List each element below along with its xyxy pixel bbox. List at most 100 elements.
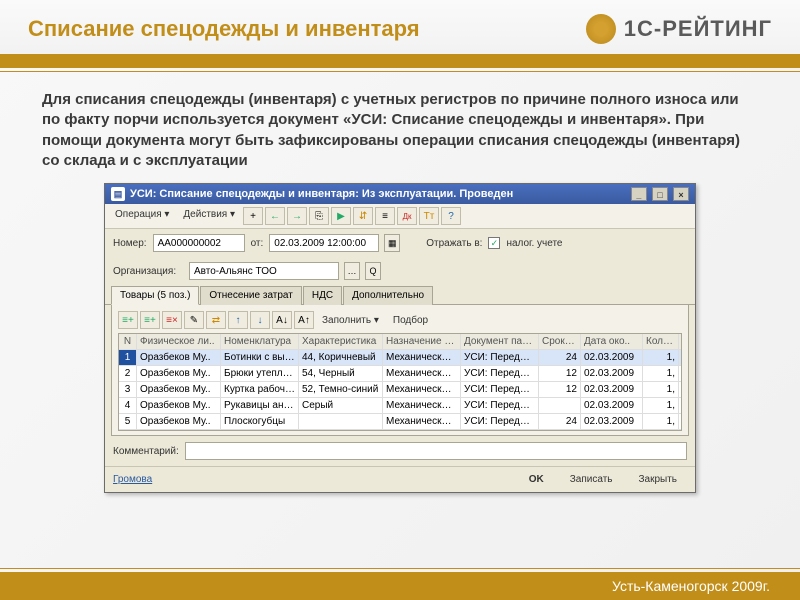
tool-nav-right-icon[interactable]: → bbox=[287, 207, 307, 225]
tab-nds[interactable]: НДС bbox=[303, 286, 342, 305]
org-label: Организация: bbox=[113, 266, 183, 277]
tab-extra[interactable]: Дополнительно bbox=[343, 286, 433, 305]
number-label: Номер: bbox=[113, 238, 147, 249]
row-edit-icon[interactable]: ✎ bbox=[184, 311, 204, 329]
cell: 1, bbox=[643, 414, 679, 429]
col-person[interactable]: Физическое ли.. bbox=[137, 334, 221, 349]
col-nomen[interactable]: Номенклатура bbox=[221, 334, 299, 349]
tool-nav-left-icon[interactable]: ← bbox=[265, 207, 285, 225]
maximize-button[interactable]: □ bbox=[652, 187, 668, 201]
cell: Оразбеков Му.. bbox=[137, 366, 221, 381]
table-row[interactable]: 3Оразбеков Му..Куртка рабочая52, Темно-с… bbox=[119, 382, 681, 398]
comment-row: Комментарий: bbox=[105, 436, 695, 466]
cell: 1, bbox=[643, 350, 679, 365]
row-del-icon[interactable]: ≡× bbox=[162, 311, 182, 329]
tool-structure-icon[interactable]: ⇵ bbox=[353, 207, 373, 225]
table-row[interactable]: 5Оразбеков Му..ПлоскогубцыМеханический..… bbox=[119, 414, 681, 430]
ok-button[interactable]: OK bbox=[519, 471, 554, 488]
cell: 54, Черный bbox=[299, 366, 383, 381]
tool-dk-icon[interactable]: Дк bbox=[397, 207, 417, 225]
tool-help-icon[interactable]: ? bbox=[441, 207, 461, 225]
cell bbox=[539, 398, 581, 413]
cell: 1, bbox=[643, 366, 679, 381]
org-select-icon[interactable]: … bbox=[344, 262, 360, 280]
col-term[interactable]: Срок с.. bbox=[539, 334, 581, 349]
footer-text: Усть-Каменогорск 2009г. bbox=[0, 572, 800, 600]
col-n[interactable]: N bbox=[119, 334, 137, 349]
tool-report-icon[interactable]: ≡ bbox=[375, 207, 395, 225]
cell: Механический.. bbox=[383, 398, 461, 413]
cell: УСИ: Передач.. bbox=[461, 350, 539, 365]
reflect-checkbox[interactable]: ✓ bbox=[488, 237, 500, 249]
form-row-number: Номер: АА000000002 от: 02.03.2009 12:00:… bbox=[105, 229, 695, 257]
reflect-label: Отражать в: bbox=[426, 238, 482, 249]
tool-tt-icon[interactable]: Tт bbox=[419, 207, 439, 225]
close-window-button[interactable]: Закрыть bbox=[628, 471, 687, 488]
cell: 1, bbox=[643, 398, 679, 413]
tab-cost[interactable]: Отнесение затрат bbox=[200, 286, 301, 305]
date-input[interactable]: 02.03.2009 12:00:00 bbox=[269, 234, 379, 252]
tab-goods[interactable]: Товары (5 поз.) bbox=[111, 286, 199, 305]
fill-button[interactable]: Заполнить ▾ bbox=[316, 313, 385, 328]
col-date[interactable]: Дата око.. bbox=[581, 334, 643, 349]
select-button[interactable]: Подбор bbox=[387, 313, 434, 328]
slide-header: Списание спецодежды и инвентаря 1С-РЕЙТИ… bbox=[0, 0, 800, 54]
tool-post-icon[interactable]: ▶ bbox=[331, 207, 351, 225]
menu-operation[interactable]: Операция ▾ bbox=[109, 207, 175, 225]
row-add2-icon[interactable]: ≡+ bbox=[140, 311, 160, 329]
from-label: от: bbox=[251, 238, 264, 249]
cell: 1, bbox=[643, 382, 679, 397]
window-titlebar[interactable]: ▤ УСИ: Списание спецодежды и инвентаря: … bbox=[105, 184, 695, 204]
cell: УСИ: Передач.. bbox=[461, 366, 539, 381]
user-link[interactable]: Громова bbox=[113, 474, 513, 485]
minimize-button[interactable]: _ bbox=[631, 187, 647, 201]
date-picker-icon[interactable]: ▦ bbox=[384, 234, 400, 252]
comment-input[interactable] bbox=[185, 442, 687, 460]
number-input[interactable]: АА000000002 bbox=[153, 234, 245, 252]
grid-toolbar: ≡+ ≡+ ≡× ✎ ⇄ ↑ ↓ A↓ A↑ Заполнить ▾ Подбо… bbox=[118, 309, 682, 333]
row-sort-za-icon[interactable]: A↑ bbox=[294, 311, 314, 329]
row-add-icon[interactable]: ≡+ bbox=[118, 311, 138, 329]
col-qty[interactable]: Колич.. bbox=[643, 334, 679, 349]
cell: 52, Темно-синий bbox=[299, 382, 383, 397]
menubar: Операция ▾ Действия ▾ + ← → ⎘ ▶ ⇵ ≡ Дк T… bbox=[105, 204, 695, 229]
row-replace-icon[interactable]: ⇄ bbox=[206, 311, 226, 329]
cell: Рукавицы анти.. bbox=[221, 398, 299, 413]
col-purpose[interactable]: Назначение ис.. bbox=[383, 334, 461, 349]
row-up-icon[interactable]: ↑ bbox=[228, 311, 248, 329]
cell: Оразбеков Му.. bbox=[137, 350, 221, 365]
cell: Механический.. bbox=[383, 414, 461, 429]
reflect-value: налог. учете bbox=[506, 238, 562, 249]
table-row[interactable]: 1Оразбеков Му..Ботинки с выс..44, Коричн… bbox=[119, 350, 681, 366]
tool-add-icon[interactable]: + bbox=[243, 207, 263, 225]
cell bbox=[299, 414, 383, 429]
grid-header: N Физическое ли.. Номенклатура Характери… bbox=[119, 334, 681, 350]
tool-copy-icon[interactable]: ⎘ bbox=[309, 207, 329, 225]
cell: 02.03.2009 bbox=[581, 414, 643, 429]
logo-sun-icon bbox=[586, 14, 616, 44]
close-button[interactable]: × bbox=[673, 187, 689, 201]
save-button[interactable]: Записать bbox=[560, 471, 623, 488]
org-input[interactable]: Авто-Альянс ТОО bbox=[189, 262, 339, 280]
table-row[interactable]: 4Оразбеков Му..Рукавицы анти..СерыйМехан… bbox=[119, 398, 681, 414]
gold-divider bbox=[0, 54, 800, 68]
cell: Куртка рабочая bbox=[221, 382, 299, 397]
tab-body: ≡+ ≡+ ≡× ✎ ⇄ ↑ ↓ A↓ A↑ Заполнить ▾ Подбо… bbox=[111, 305, 689, 436]
cell: Брюки утеплен.. bbox=[221, 366, 299, 381]
page-footer: Усть-Каменогорск 2009г. bbox=[0, 568, 800, 600]
cell: Ботинки с выс.. bbox=[221, 350, 299, 365]
cell: 24 bbox=[539, 414, 581, 429]
col-doc[interactable]: Документ парт.. bbox=[461, 334, 539, 349]
menu-actions[interactable]: Действия ▾ bbox=[177, 207, 241, 225]
table-row[interactable]: 2Оразбеков Му..Брюки утеплен..54, Черный… bbox=[119, 366, 681, 382]
cell: УСИ: Передач.. bbox=[461, 414, 539, 429]
row-down-icon[interactable]: ↓ bbox=[250, 311, 270, 329]
cell: Оразбеков Му.. bbox=[137, 382, 221, 397]
row-sort-az-icon[interactable]: A↓ bbox=[272, 311, 292, 329]
cell: Плоскогубцы bbox=[221, 414, 299, 429]
col-char[interactable]: Характеристика bbox=[299, 334, 383, 349]
cell: Оразбеков Му.. bbox=[137, 398, 221, 413]
cell: 02.03.2009 bbox=[581, 350, 643, 365]
org-open-icon[interactable]: Q bbox=[365, 262, 381, 280]
window-footer: Громова OK Записать Закрыть bbox=[105, 466, 695, 492]
